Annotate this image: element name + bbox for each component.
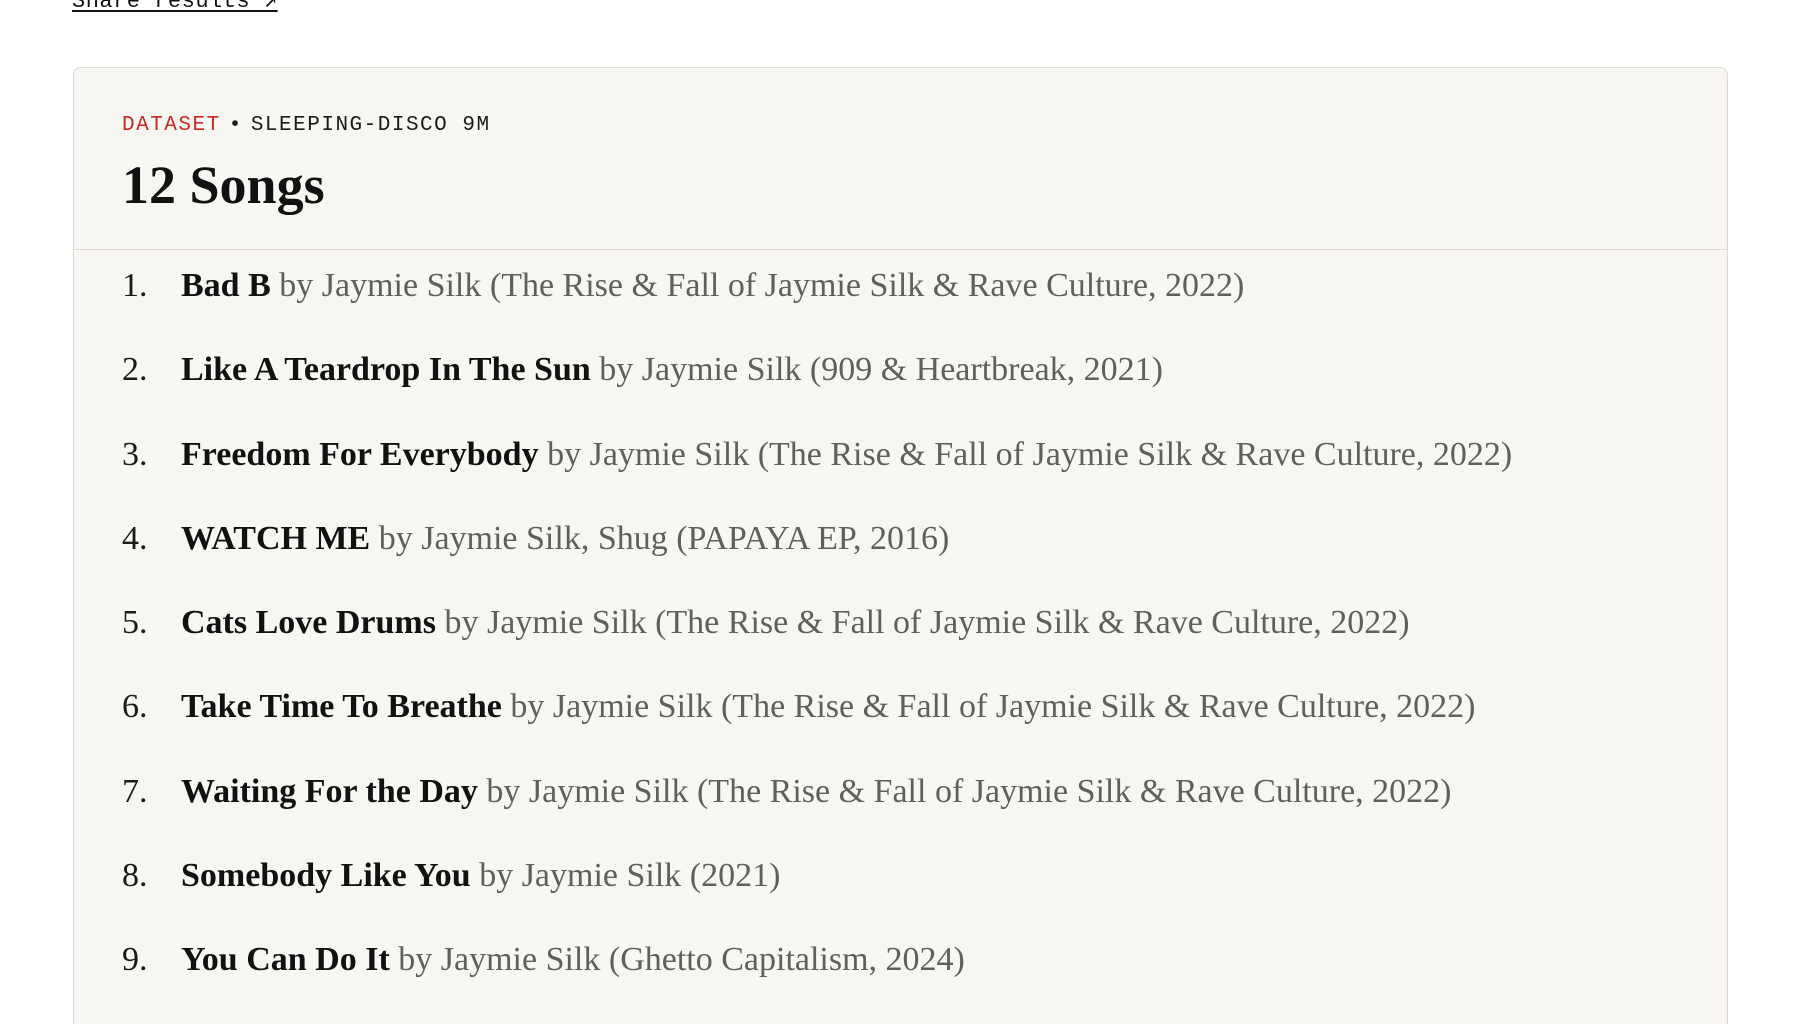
song-meta: by Jaymie Silk (2021): [479, 857, 781, 895]
song-number: 3.: [122, 435, 148, 473]
song-item: 1. Bad B by Jaymie Silk (The Rise & Fall…: [122, 264, 1727, 348]
song-number: 1.: [122, 267, 148, 304]
song-number: 5.: [122, 604, 148, 642]
song-item: 7. Waiting For the Day by Jaymie Silk (T…: [122, 770, 1727, 854]
share-results-link[interactable]: Share results ↗: [72, 0, 278, 14]
song-meta: by Jaymie Silk (Ghetto Capitalism, 2024): [398, 941, 965, 979]
song-item: 2. Like A Teardrop In The Sun by Jaymie …: [122, 348, 1727, 432]
song-meta: by Jaymie Silk (The Rise & Fall of Jaymi…: [547, 435, 1513, 473]
song-meta: by Jaymie Silk (The Rise & Fall of Jaymi…: [279, 267, 1245, 304]
song-number: 2.: [122, 351, 148, 389]
dataset-name: SLEEPING-DISCO 9M: [250, 114, 491, 137]
song-list: 1. Bad B by Jaymie Silk (The Rise & Fall…: [74, 250, 1727, 1023]
song-item: 9. You Can Do It by Jaymie Silk (Ghetto …: [122, 938, 1727, 1022]
song-meta: by Jaymie Silk (The Rise & Fall of Jaymi…: [510, 688, 1476, 726]
song-item: 4. WATCH ME by Jaymie Silk, Shug (PAPAYA…: [122, 517, 1727, 601]
song-title[interactable]: Bad B: [181, 267, 271, 304]
song-meta: by Jaymie Silk (The Rise & Fall of Jaymi…: [486, 772, 1452, 810]
song-number: 6.: [122, 688, 148, 726]
dataset-eyebrow: DATASET • SLEEPING-DISCO 9M: [122, 68, 1727, 139]
page-title: 12 Songs: [122, 155, 325, 215]
song-item: 6. Take Time To Breathe by Jaymie Silk (…: [122, 685, 1727, 769]
song-title[interactable]: Cats Love Drums: [181, 604, 436, 641]
song-title[interactable]: You Can Do It: [181, 941, 390, 978]
page: Share results ↗ DATASET • SLEEPING-DISCO 9…: [0, 0, 1796, 1024]
dataset-card: DATASET • SLEEPING-DISCO 9M 12 Songs 1. Ba…: [73, 67, 1728, 1024]
song-title[interactable]: WATCH ME: [181, 520, 370, 557]
song-title[interactable]: Like A Teardrop In The Sun: [181, 351, 591, 388]
song-item: 3. Freedom For Everybody by Jaymie Silk …: [122, 433, 1727, 517]
card-header: DATASET • SLEEPING-DISCO 9M 12 Songs: [74, 68, 1727, 250]
song-meta: by Jaymie Silk, Shug (PAPAYA EP, 2016): [378, 519, 950, 557]
song-title[interactable]: Take Time To Breathe: [181, 688, 502, 725]
dataset-tag: DATASET: [122, 114, 221, 137]
song-number: 9.: [122, 941, 148, 979]
song-title[interactable]: Somebody Like You: [181, 857, 471, 894]
song-title[interactable]: Waiting For the Day: [181, 773, 478, 810]
song-meta: by Jaymie Silk (The Rise & Fall of Jaymi…: [444, 604, 1410, 642]
song-item: 5. Cats Love Drums by Jaymie Silk (The R…: [122, 601, 1727, 685]
dataset-separator: •: [228, 114, 243, 137]
song-number: 8.: [122, 857, 148, 895]
song-title[interactable]: Freedom For Everybody: [181, 436, 539, 473]
song-item: 8. Somebody Like You by Jaymie Silk (202…: [122, 854, 1727, 938]
song-meta: by Jaymie Silk (909 & Heartbreak, 2021): [599, 351, 1163, 389]
song-number: 7.: [122, 772, 148, 810]
song-number: 4.: [122, 519, 148, 557]
